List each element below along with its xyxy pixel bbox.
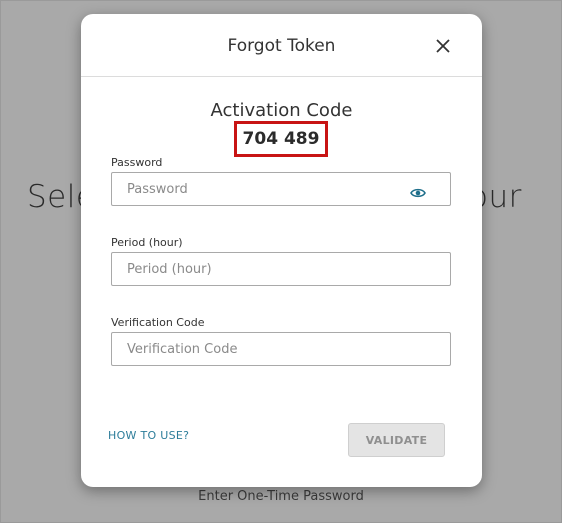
period-label: Period (hour)	[111, 236, 183, 249]
period-input[interactable]	[112, 253, 450, 285]
dialog-title: Forgot Token	[227, 36, 336, 56]
forgot-token-dialog: Forgot Token Activation Code 704 489 Pas…	[81, 14, 482, 487]
password-input[interactable]	[112, 173, 450, 205]
verification-code-input[interactable]	[112, 333, 450, 365]
activation-code-label: Activation Code	[210, 100, 353, 121]
how-to-use-link[interactable]: HOW TO USE?	[108, 429, 189, 442]
verification-code-field-wrapper	[111, 332, 451, 366]
password-label: Password	[111, 156, 163, 169]
validate-button[interactable]: VALIDATE	[348, 423, 445, 457]
verification-code-label: Verification Code	[111, 316, 205, 329]
password-field-wrapper	[111, 172, 451, 206]
period-field-wrapper	[111, 252, 451, 286]
dialog-header: Forgot Token	[81, 14, 482, 77]
close-icon[interactable]	[436, 39, 450, 53]
background-footer-text: Enter One-Time Password	[198, 489, 364, 504]
activation-code-value: 704 489	[234, 121, 328, 157]
eye-icon[interactable]	[410, 184, 426, 198]
